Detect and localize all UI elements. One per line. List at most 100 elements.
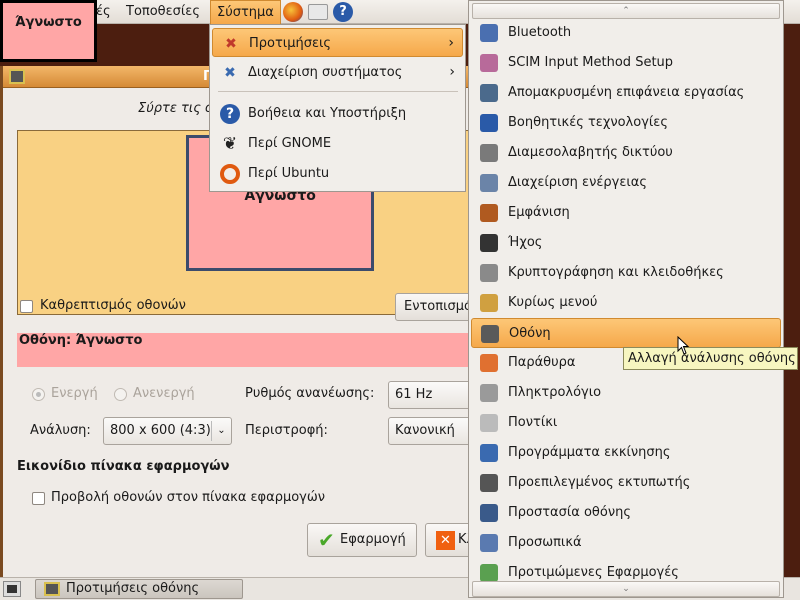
menu-system[interactable]: Σύστημα: [210, 0, 281, 24]
display-icon: [44, 582, 60, 596]
resolution-combo[interactable]: 800 x 600 (4:3) ⌄: [103, 417, 232, 445]
scroll-up-button[interactable]: ⌃: [472, 3, 780, 19]
preferences-submenu: ⌃ Bluetooth SCIM Input Method Setup Απομακ…: [468, 0, 784, 598]
menu-item-main-menu[interactable]: Κυρίως μενού: [471, 288, 781, 318]
menu-item-label: Προτιμώμενες Εφαρμογές: [508, 565, 679, 580]
menu-item-about-gnome[interactable]: ❦ Περί GNOME: [212, 129, 463, 158]
refresh-label: Ρυθμός ανανέωσης:: [245, 386, 375, 401]
mouse-cursor: [677, 336, 690, 355]
menu-item-display[interactable]: Οθόνη: [471, 318, 781, 348]
menu-item-label: Πληκτρολόγιο: [508, 385, 602, 400]
panel-heading: Εικονίδιο πίνακα εφαρμογών: [17, 459, 230, 474]
menu-places[interactable]: Τοποθεσίες: [120, 0, 206, 24]
resolution-label: Ανάλυση:: [30, 423, 91, 438]
resolution-value: 800 x 600 (4:3): [110, 423, 211, 438]
menu-item-scim[interactable]: SCIM Input Method Setup: [471, 48, 781, 78]
menu-item-network-proxy[interactable]: Διαμεσολαβητής δικτύου: [471, 138, 781, 168]
menu-item-appearance[interactable]: Εμφάνιση: [471, 198, 781, 228]
menu-item-label: SCIM Input Method Setup: [508, 55, 674, 70]
menu-item-label: Προστασία οθόνης: [508, 505, 631, 520]
show-desktop-button[interactable]: [3, 581, 21, 597]
help-icon[interactable]: ?: [333, 2, 353, 22]
help-icon: ?: [220, 104, 240, 124]
ubuntu-icon: [220, 164, 240, 184]
screensaver-icon: [480, 504, 498, 522]
windows-icon: [480, 354, 498, 372]
menu-item-help[interactable]: ? Βοήθεια και Υποστήριξη: [212, 99, 463, 128]
mouse-icon: [480, 414, 498, 432]
monitor-header: Οθόνη: Άγνωστο: [17, 333, 477, 367]
apply-label: Εφαρμογή: [340, 532, 406, 547]
menu-item-label: Παράθυρα: [508, 355, 576, 370]
remote-desktop-icon: [480, 84, 498, 102]
menu-item-label: Περί GNOME: [248, 136, 332, 151]
off-label: Ανενεργή: [133, 386, 195, 401]
menu-item-administration[interactable]: ✖ Διαχείριση συστήματος ›: [212, 58, 463, 87]
mirror-label: Καθρεπτισμός οθονών: [40, 298, 186, 313]
menu-item-power[interactable]: Διαχείριση ενέργειας: [471, 168, 781, 198]
preferred-apps-icon: [480, 564, 498, 582]
menu-item-label: Προτιμήσεις: [249, 36, 332, 51]
panel-checkbox-label: Προβολή οθονών στον πίνακα εφαρμογών: [51, 490, 326, 505]
scroll-down-button[interactable]: ⌄: [472, 581, 780, 597]
menu-item-label: Απομακρυσμένη επιφάνεια εργασίας: [508, 85, 745, 100]
mirror-checkbox[interactable]: [20, 300, 33, 313]
menu-item-screensaver[interactable]: Προστασία οθόνης: [471, 498, 781, 528]
menu-item-personal[interactable]: Προσωπικά: [471, 528, 781, 558]
main-menu-icon: [480, 294, 498, 312]
menu-item-remote-desktop[interactable]: Απομακρυσμένη επιφάνεια εργασίας: [471, 78, 781, 108]
checkmark-icon: ✔: [318, 528, 335, 552]
taskbar-item[interactable]: Προτιμήσεις οθόνης: [35, 579, 243, 599]
menu-item-startup[interactable]: Προγράμματα εκκίνησης: [471, 438, 781, 468]
menu-item-label: Περί Ubuntu: [248, 166, 330, 181]
menu-item-label: Προσωπικά: [508, 535, 582, 550]
menu-item-bluetooth[interactable]: Bluetooth: [471, 18, 781, 48]
display-icon: [9, 69, 25, 84]
menu-item-label: Ποντίκι: [508, 415, 558, 430]
personal-icon: [480, 534, 498, 552]
display-icon: [481, 325, 499, 343]
menu-item-label: Εμφάνιση: [508, 205, 570, 220]
menu-item-label: Κυρίως μενού: [508, 295, 598, 310]
chevron-down-icon: ⌄: [211, 421, 231, 441]
menu-item-keyring[interactable]: Κρυπτογράφηση και κλειδοθήκες: [471, 258, 781, 288]
menu-item-label: Διαχείριση συστήματος: [248, 65, 403, 80]
menu-item-accessibility[interactable]: Βοηθητικές τεχνολογίες: [471, 108, 781, 138]
mail-icon[interactable]: [308, 4, 328, 20]
panel-checkbox[interactable]: [32, 492, 45, 505]
printer-icon: [480, 474, 498, 492]
menu-item-label: Προγράμματα εκκίνησης: [508, 445, 671, 460]
monitor-identify-label: Άγνωστο: [0, 0, 97, 62]
menu-item-preferences[interactable]: ✖ Προτιμήσεις ›: [212, 28, 463, 57]
network-proxy-icon: [480, 144, 498, 162]
menu-item-label: Βοήθεια και Υποστήριξη: [248, 106, 407, 121]
keyring-icon: [480, 264, 498, 282]
menu-item-about-ubuntu[interactable]: Περί Ubuntu: [212, 159, 463, 188]
menu-item-label: Κρυπτογράφηση και κλειδοθήκες: [508, 265, 724, 280]
menu-item-printer[interactable]: Προεπιλεγμένος εκτυπωτής: [471, 468, 781, 498]
power-icon: [480, 174, 498, 192]
on-radio[interactable]: [32, 388, 45, 401]
taskbar-item-label: Προτιμήσεις οθόνης: [66, 581, 200, 596]
menu-separator: [218, 91, 458, 92]
tooltip: Αλλαγή ανάλυσης οθόνης: [623, 347, 798, 370]
menu-item-mouse[interactable]: Ποντίκι: [471, 408, 781, 438]
startup-icon: [480, 444, 498, 462]
sound-icon: [480, 234, 498, 252]
appearance-icon: [480, 204, 498, 222]
menu-item-keyboard[interactable]: Πληκτρολόγιο: [471, 378, 781, 408]
menu-item-label: Διαμεσολαβητής δικτύου: [508, 145, 673, 160]
firefox-icon[interactable]: [283, 2, 303, 22]
chevron-right-icon: ›: [449, 64, 455, 80]
menu-item-label: Βοηθητικές τεχνολογίες: [508, 115, 668, 130]
scim-icon: [480, 54, 498, 72]
rotation-label: Περιστροφή:: [245, 423, 328, 438]
menu-item-label: Προεπιλεγμένος εκτυπωτής: [508, 475, 691, 490]
apply-button[interactable]: ✔ Εφαρμογή: [307, 523, 417, 557]
menu-item-sound[interactable]: Ήχος: [471, 228, 781, 258]
menu-item-label: Οθόνη: [509, 326, 551, 341]
off-radio[interactable]: [114, 388, 127, 401]
bluetooth-icon: [480, 24, 498, 42]
menu-item-label: Bluetooth: [508, 25, 572, 40]
on-label: Ενεργή: [51, 386, 98, 401]
